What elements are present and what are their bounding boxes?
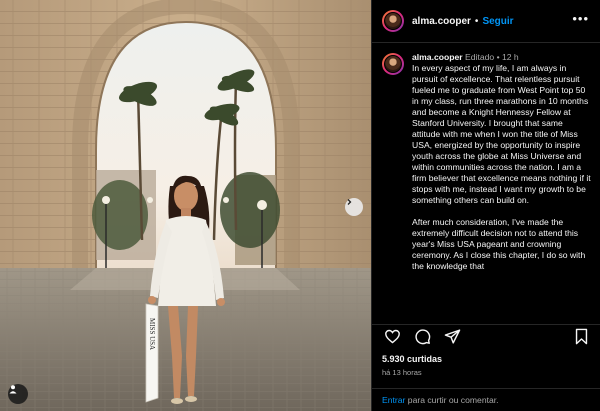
post-side-panel: alma.cooper • Seguir ••• alma.cooper Edi… [371, 0, 600, 411]
action-bar [382, 325, 591, 353]
caption: alma.cooper Editado • 12 h In every aspe… [382, 52, 591, 272]
caption-body: alma.cooper Editado • 12 h In every aspe… [412, 52, 591, 272]
share-button[interactable] [442, 329, 462, 349]
carousel-next-button[interactable] [345, 198, 363, 216]
follow-button[interactable]: Seguir [482, 16, 513, 27]
caption-separator: • [496, 52, 500, 62]
caption-meta: alma.cooper Editado • 12 h [412, 52, 591, 63]
caption-username[interactable]: alma.cooper [412, 52, 463, 62]
comment-icon [414, 328, 431, 350]
more-options-icon[interactable]: ••• [572, 12, 589, 25]
sash-text: MISS USA [148, 318, 156, 350]
like-button[interactable] [382, 329, 402, 349]
heart-icon [384, 328, 401, 350]
caption-paragraph: After much consideration, I've made the … [412, 217, 586, 271]
login-link[interactable]: Entrar [382, 395, 405, 405]
comment-button[interactable] [412, 329, 432, 349]
bookmark-icon [574, 328, 589, 350]
caption-avatar[interactable] [382, 53, 404, 75]
likes-count[interactable]: 5.930 curtidas [382, 353, 591, 365]
save-button[interactable] [571, 328, 591, 350]
login-prompt: Entrar para curtir ou comentar. [372, 388, 600, 411]
post-photo[interactable]: MISS USA [0, 0, 371, 411]
post-timestamp: há 13 horas [382, 368, 422, 377]
login-prompt-text: para curtir ou comentar. [405, 395, 499, 405]
post-header: alma.cooper • Seguir ••• [372, 0, 600, 43]
header-username[interactable]: alma.cooper [412, 16, 471, 27]
edited-label: Editado [465, 52, 495, 62]
instagram-post: MISS USA alma.cooper • Seguir ••• alma.c… [0, 0, 600, 411]
caption-paragraph: In every aspect of my life, I am always … [412, 63, 591, 205]
caption-time[interactable]: 12 h [502, 52, 519, 62]
post-actions-section: 5.930 curtidas há 13 horas [372, 324, 600, 378]
caption-area[interactable]: alma.cooper Editado • 12 h In every aspe… [372, 44, 600, 324]
paper-plane-icon [444, 328, 461, 350]
user-tags-button[interactable] [8, 384, 28, 404]
avatar[interactable] [382, 10, 404, 32]
photo-scene: MISS USA [0, 0, 371, 411]
header-separator: • [474, 15, 479, 27]
